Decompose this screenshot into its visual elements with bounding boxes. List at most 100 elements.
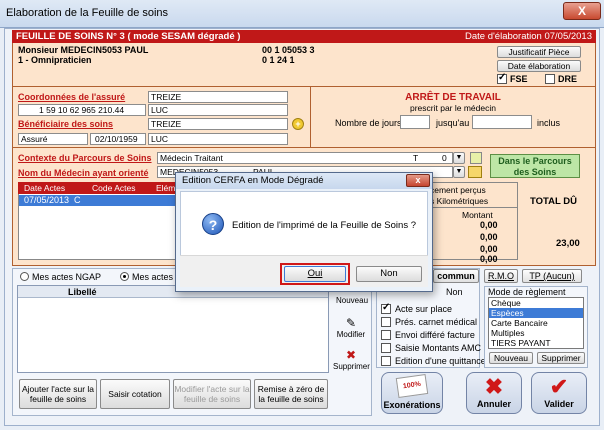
exo-label: Exonérations (383, 400, 441, 410)
window-title: Elaboration de la Feuille de soins (6, 7, 169, 19)
col-elem: Elém (156, 183, 176, 193)
annuler-label: Annuler (476, 399, 511, 409)
amount-2: 0,00 (480, 232, 498, 242)
list-item[interactable]: Chèque (489, 298, 583, 308)
check-icon: ✔ (549, 374, 569, 399)
dre-checkbox[interactable] (545, 74, 555, 84)
col-date: Date Actes (24, 183, 66, 193)
list-item[interactable]: Multiples (489, 328, 583, 338)
nouveau-button[interactable]: Nouveau (336, 290, 369, 310)
radio-mes-actes[interactable] (120, 272, 129, 281)
parcours-select[interactable]: Médecin Traitant T 0 (157, 152, 453, 164)
assure-nom-field[interactable]: TREIZE (148, 91, 288, 103)
rmo-button[interactable]: R.M.O (484, 269, 518, 283)
modifier-button[interactable]: ✎ Modifier (336, 316, 366, 344)
plus-icon[interactable]: + (292, 118, 304, 130)
remise-zero-button[interactable]: Remise à zéro de la feuille de soins (254, 379, 328, 409)
benef-nom-field[interactable]: TREIZE (148, 118, 288, 130)
form-date: Date d'élaboration 07/05/2013 (465, 31, 592, 42)
jusqu-field[interactable] (472, 115, 532, 129)
acte-place-label: Acte sur place (395, 304, 453, 314)
divider (12, 147, 596, 148)
modifier-label: Modifier (336, 330, 366, 339)
window-titlebar: Elaboration de la Feuille de soins (0, 0, 604, 28)
amount-3: 0,00 (480, 244, 498, 254)
doctor-num1: 00 1 05053 3 (262, 45, 315, 55)
exonerations-button[interactable]: 100% Exonérations (381, 372, 443, 414)
beneficiaire-label[interactable]: Bénéficiaire des soins (18, 119, 113, 129)
montant-label: Montant (462, 210, 493, 220)
chevron-down-icon[interactable]: ▼ (453, 152, 465, 164)
delete-icon: ✖ (345, 348, 357, 362)
date-elaboration-button[interactable]: Date élaboration (497, 60, 581, 72)
pres-carnet-checkbox[interactable] (381, 317, 391, 327)
libelle-list[interactable] (17, 285, 329, 373)
valider-button[interactable]: ✔ Valider (531, 372, 587, 414)
envoi-checkbox[interactable] (381, 330, 391, 340)
folder-icon[interactable] (468, 166, 482, 178)
qualite-field[interactable]: Assuré (18, 133, 88, 145)
amount-4: 0,00 (480, 254, 498, 264)
mode-reglement-list[interactable]: Chèque Espèces Carte Bancaire Multiples … (488, 297, 584, 349)
jusqu-label: jusqu'au (436, 118, 470, 128)
nb-jours-field[interactable] (400, 115, 430, 129)
dialog-close-button[interactable]: x (406, 174, 430, 187)
supprimer-button[interactable]: ✖ Supprimer (333, 348, 370, 376)
assure-label[interactable]: Coordonnées de l'assuré (18, 92, 125, 102)
mode-supprimer-button[interactable]: Supprimer (537, 352, 585, 364)
amounts-hdr2: s Kilométriques (430, 196, 489, 206)
saisir-cotation-button[interactable]: Saisir cotation (100, 379, 170, 409)
cancel-icon: ✖ (484, 374, 504, 399)
parcours-zero: 0 (442, 153, 447, 163)
form-title: FEUILLE DE SOINS N° 3 ( mode SESAM dégra… (16, 31, 241, 42)
chevron-down-icon[interactable]: ▼ (453, 166, 465, 178)
dob-field[interactable]: 02/10/1959 (90, 133, 146, 145)
total-value: 23,00 (556, 238, 580, 249)
inclus-label: inclus (537, 118, 561, 128)
confirm-dialog: Edition CERFA en Mode Dégradé x ? Editio… (175, 172, 433, 292)
modifier-acte-button[interactable]: Modifier l'acte sur la feuille de soins (173, 379, 251, 409)
justificatif-button[interactable]: Justificatif Pièce (497, 46, 581, 58)
mode-nouveau-button[interactable]: Nouveau (489, 352, 533, 364)
parcours-value: Médecin Traitant (160, 153, 223, 163)
edition-quittance-label: Edition d'une quittance (395, 356, 486, 366)
benef-prenom-field[interactable]: LUC (148, 133, 288, 145)
col-code: Code Actes (92, 183, 136, 193)
arret-sub: prescrit par le médecin (410, 103, 496, 113)
divider (428, 207, 518, 208)
radio-ngap-label: Mes actes NGAP (32, 272, 102, 282)
acte-place-checkbox[interactable]: ✓ (381, 302, 391, 314)
list-item[interactable]: Carte Bancaire (489, 318, 583, 328)
row-date: 07/05/2013 (24, 195, 70, 205)
radio-ngap[interactable] (20, 272, 29, 281)
non-button[interactable]: Non (356, 266, 422, 282)
assure-prenom-field[interactable]: LUC (148, 104, 288, 116)
libelle-col: Libellé (68, 287, 97, 297)
list-item[interactable]: Espèces (489, 308, 583, 318)
envoi-label: Envoi différé facture (395, 330, 475, 340)
nouveau-label: Nouveau (336, 296, 369, 305)
exo-badge: 100% (402, 380, 422, 391)
medecin-oriente-label[interactable]: Nom du Médecin ayant orienté (18, 168, 149, 178)
ajouter-acte-button[interactable]: Ajouter l'acte sur la feuille de soins (19, 379, 97, 409)
assure-nir-field[interactable]: 1 59 10 62 965 210.44 (18, 104, 146, 116)
saisie-amc-checkbox[interactable] (381, 343, 391, 353)
edition-quittance-checkbox[interactable] (381, 356, 391, 366)
form-header: FEUILLE DE SOINS N° 3 ( mode SESAM dégra… (12, 30, 596, 43)
annuler-button[interactable]: ✖ Annuler (466, 372, 522, 414)
document-icon: 100% (395, 374, 429, 398)
pres-carnet-label: Prés. carnet médical (395, 317, 478, 327)
tab-commun[interactable]: commun (433, 269, 479, 283)
list-item[interactable]: TIERS PAYANT (489, 338, 583, 348)
edit-icon: ✎ (345, 316, 357, 330)
fse-checkbox[interactable]: ✓ (497, 72, 507, 84)
window-close-button[interactable]: X (563, 2, 601, 20)
arret-title: ARRÊT DE TRAVAIL (405, 92, 501, 103)
amount-1: 0,00 (480, 220, 498, 230)
note-icon[interactable] (470, 152, 482, 164)
parcours-t: T (413, 153, 419, 163)
oui-button[interactable]: Oui (284, 266, 346, 282)
parcours-label[interactable]: Contexte du Parcours de Soins (18, 153, 152, 163)
tp-button[interactable]: TP (Aucun) (522, 269, 582, 283)
dre-label: DRE (558, 74, 578, 84)
